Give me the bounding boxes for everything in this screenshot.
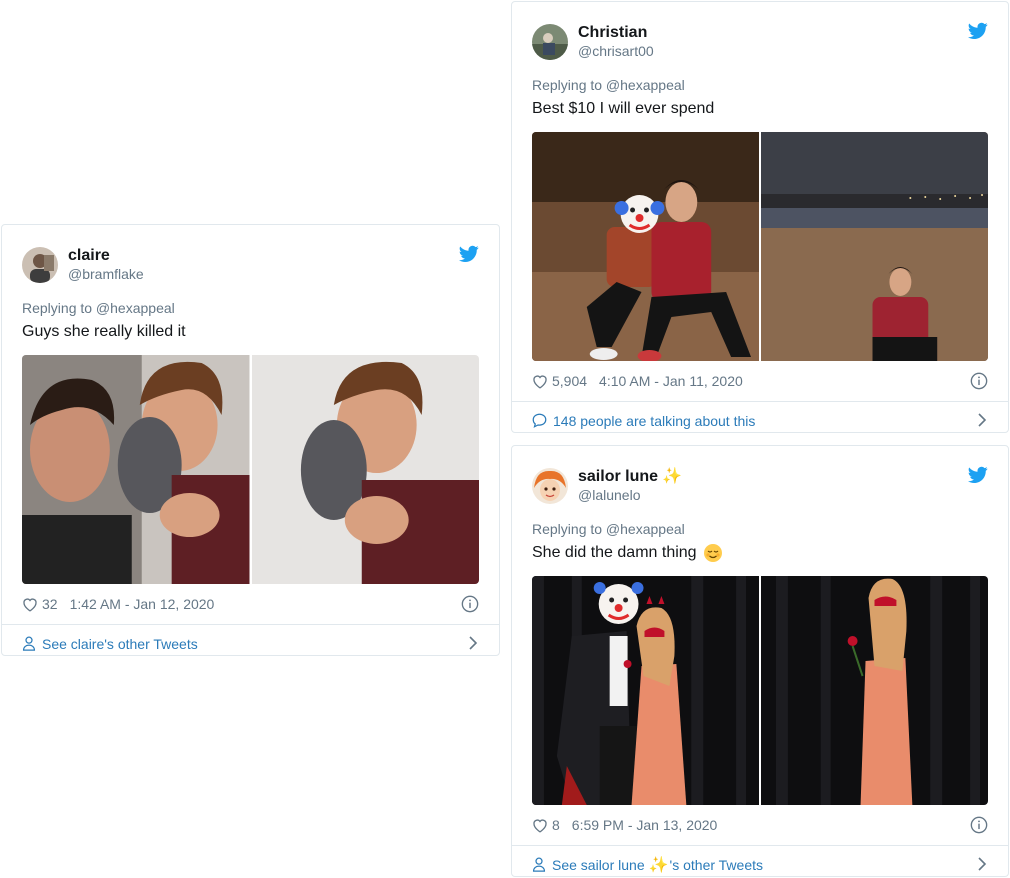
chevron-right-icon[interactable]: [467, 635, 479, 651]
sparkle-emoji: ✨: [648, 856, 669, 874]
like-count: 5,904: [552, 373, 588, 389]
heart-icon: [23, 597, 37, 612]
tweet-text-content: Best $10 I will ever spend: [532, 100, 715, 117]
tweet-text: She did the damn thing: [532, 542, 988, 564]
like-button[interactable]: 32: [22, 596, 58, 612]
chevron-right-icon[interactable]: [976, 856, 988, 872]
tweet-photo[interactable]: [22, 355, 250, 584]
info-icon[interactable]: [461, 595, 479, 613]
twitter-bird-icon[interactable]: [968, 22, 988, 40]
timestamp[interactable]: 1:42 AM - Jan 12, 2020: [70, 596, 215, 612]
footer-label-prefix: See sailor lune: [552, 856, 645, 873]
sparkle-emoji: ✨: [662, 468, 682, 485]
replying-to[interactable]: Replying to @hexappeal: [532, 76, 988, 94]
tweet-text-content: Guys she really killed it: [22, 323, 186, 340]
like-button[interactable]: 8: [532, 817, 560, 833]
like-count: 8: [552, 817, 560, 833]
relieved-face-emoji: [703, 544, 722, 562]
tweet-photo[interactable]: [532, 132, 759, 361]
tweet-media[interactable]: [22, 355, 479, 584]
tweet-photo[interactable]: [251, 355, 479, 584]
tweet-media[interactable]: [532, 132, 988, 361]
tweet-text-content: She did the damn thing: [532, 544, 697, 561]
person-icon: [532, 857, 546, 872]
tweet-card-claire[interactable]: claire @bramflake Replying to @hexappeal…: [1, 224, 500, 656]
tweet-card-christian[interactable]: Christian @chrisart00 Replying to @hexap…: [511, 1, 1009, 433]
info-icon[interactable]: [970, 372, 988, 390]
timestamp[interactable]: 4:10 AM - Jan 11, 2020: [599, 373, 743, 389]
like-count: 32: [42, 596, 58, 612]
like-button[interactable]: 5,904: [532, 373, 587, 389]
tweet-media[interactable]: [532, 576, 988, 805]
user-handle[interactable]: @lalunelo: [578, 486, 682, 504]
avatar[interactable]: [532, 468, 568, 504]
replying-to[interactable]: Replying to @hexappeal: [532, 520, 988, 538]
comment-icon: [532, 413, 547, 428]
replying-to[interactable]: Replying to @hexappeal: [22, 299, 479, 317]
tweet-text: Guys she really killed it: [22, 321, 479, 343]
heart-icon: [533, 818, 547, 833]
info-icon[interactable]: [970, 816, 988, 834]
see-other-tweets-link[interactable]: See claire's other Tweets: [2, 624, 499, 662]
footer-label: 148 people are talking about this: [553, 412, 756, 429]
tweet-photo[interactable]: [532, 576, 759, 805]
heart-icon: [533, 374, 547, 389]
chevron-right-icon[interactable]: [976, 412, 988, 428]
person-icon: [22, 636, 36, 651]
user-handle[interactable]: @chrisart00: [578, 42, 654, 60]
see-other-tweets-link[interactable]: See sailor lune ✨ 's other Tweets: [512, 845, 1008, 878]
avatar[interactable]: [22, 247, 58, 283]
display-name[interactable]: claire: [68, 247, 144, 265]
tweet-text: Best $10 I will ever spend: [532, 98, 988, 120]
display-name[interactable]: Christian: [578, 24, 654, 42]
footer-label-suffix: 's other Tweets: [669, 856, 764, 873]
tweet-photo[interactable]: [761, 132, 988, 361]
tweet-card-sailor-lune[interactable]: sailor lune ✨ @lalunelo Replying to @hexa…: [511, 445, 1009, 877]
display-name[interactable]: sailor lune: [578, 468, 658, 486]
footer-label: See claire's other Tweets: [42, 635, 198, 652]
conversation-link[interactable]: 148 people are talking about this: [512, 401, 1008, 439]
twitter-bird-icon[interactable]: [459, 245, 479, 263]
avatar[interactable]: [532, 24, 568, 60]
twitter-bird-icon[interactable]: [968, 466, 988, 484]
tweet-photo[interactable]: [761, 576, 988, 805]
timestamp[interactable]: 6:59 PM - Jan 13, 2020: [572, 817, 718, 833]
user-handle[interactable]: @bramflake: [68, 265, 144, 283]
